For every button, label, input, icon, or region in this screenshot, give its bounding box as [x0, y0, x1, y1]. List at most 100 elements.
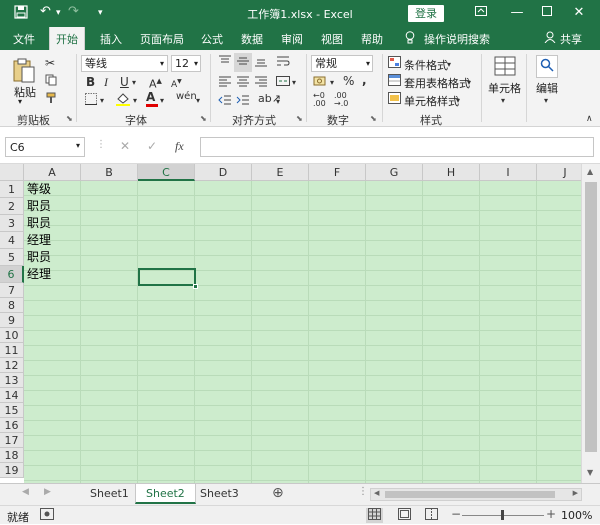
row-header-12[interactable]: 12 [0, 358, 24, 373]
comma-style-icon[interactable]: , [362, 73, 367, 87]
horizontal-scroll-thumb[interactable] [385, 491, 555, 498]
underline-dropdown-icon[interactable]: ▾ [132, 76, 136, 90]
select-all-button[interactable] [0, 164, 24, 181]
fill-color-icon[interactable] [116, 92, 130, 109]
row-header-15[interactable]: 15 [0, 403, 24, 418]
cell-styles-dropdown-icon[interactable]: ▾ [456, 94, 460, 108]
cell-a3[interactable]: 职员 [27, 216, 51, 231]
selected-cell[interactable] [138, 268, 196, 286]
horizontal-scrollbar[interactable]: ◀ ▶ [370, 488, 582, 501]
tab-data[interactable]: 数据 [241, 31, 263, 47]
scroll-down-icon[interactable]: ▼ [587, 468, 593, 477]
font-name-select[interactable]: 等线 ▾ [81, 55, 168, 72]
format-painter-icon[interactable] [45, 92, 57, 107]
italic-button[interactable]: I [104, 75, 108, 89]
conditional-formatting-dropdown-icon[interactable]: ▾ [447, 58, 451, 72]
tab-help[interactable]: 帮助 [361, 31, 383, 47]
cell-a6[interactable]: 经理 [27, 267, 51, 282]
row-header-2[interactable]: 2 [0, 198, 24, 215]
font-launcher-icon[interactable]: ⬊ [200, 114, 207, 123]
column-header-i[interactable]: I [480, 164, 537, 181]
sheet-tab-sheet1[interactable]: Sheet1 [80, 484, 139, 504]
tab-formulas[interactable]: 公式 [201, 31, 223, 47]
scroll-sheets-left-icon[interactable]: ◀ [22, 487, 29, 497]
accounting-dropdown-icon[interactable]: ▾ [330, 76, 334, 90]
scroll-left-icon[interactable]: ◀ [374, 489, 379, 497]
zoom-slider-thumb[interactable] [501, 510, 504, 520]
row-header-16[interactable]: 16 [0, 418, 24, 433]
font-color-icon[interactable]: A [146, 90, 158, 107]
row-header-1[interactable]: 1 [0, 181, 24, 198]
cells-dropdown-icon[interactable]: ▾ [501, 94, 505, 108]
phonetic-dropdown-icon[interactable]: ▾ [196, 94, 200, 108]
fill-handle[interactable] [193, 284, 198, 289]
add-sheet-icon[interactable]: ⊕ [272, 485, 284, 501]
increase-decimal-icon[interactable]: ←0.00 [313, 92, 326, 108]
row-header-19[interactable]: 19 [0, 463, 24, 478]
column-header-c[interactable]: C [138, 164, 195, 181]
underline-button[interactable]: U [120, 75, 129, 89]
sheet-tab-sheet2[interactable]: Sheet2 [135, 484, 196, 504]
row-header-3[interactable]: 3 [0, 215, 24, 232]
number-format-select[interactable]: 常规 ▾ [311, 55, 373, 72]
undo-icon[interactable]: ↶ [40, 4, 51, 19]
insert-function-button[interactable]: fx [175, 139, 184, 154]
align-middle-icon[interactable] [234, 53, 252, 72]
decrease-indent-icon[interactable] [218, 94, 232, 109]
row-header-6[interactable]: 6 [0, 266, 24, 283]
increase-indent-icon[interactable] [236, 94, 250, 109]
merge-center-icon[interactable] [276, 75, 290, 90]
editing-dropdown-icon[interactable]: ▾ [544, 94, 548, 108]
format-as-table-dropdown-icon[interactable]: ▾ [467, 76, 471, 90]
cell-a4[interactable]: 经理 [27, 233, 51, 248]
align-top-icon[interactable] [218, 55, 232, 70]
row-header-4[interactable]: 4 [0, 232, 24, 249]
row-header-7[interactable]: 7 [0, 283, 24, 298]
tab-review[interactable]: 审阅 [281, 31, 303, 47]
font-color-dropdown-icon[interactable]: ▾ [160, 94, 164, 108]
vertical-scrollbar[interactable]: ▲ ▼ [581, 164, 600, 483]
font-size-select[interactable]: 12 ▾ [171, 55, 201, 72]
macro-record-icon[interactable] [40, 508, 54, 523]
column-header-e[interactable]: E [252, 164, 309, 181]
borders-dropdown-icon[interactable]: ▾ [100, 94, 104, 108]
splitter-handle-icon[interactable]: ⋮ [358, 486, 368, 497]
cut-icon[interactable]: ✂ [45, 56, 55, 70]
close-icon[interactable]: ✕ [568, 3, 590, 23]
number-launcher-icon[interactable]: ⬊ [370, 114, 377, 123]
phonetic-guide-icon[interactable]: wén [176, 90, 197, 104]
search-icon[interactable] [536, 55, 558, 78]
column-header-h[interactable]: H [423, 164, 480, 181]
merge-dropdown-icon[interactable]: ▾ [292, 76, 296, 90]
cell-area[interactable] [24, 181, 581, 483]
minimize-icon[interactable]: — [506, 3, 528, 23]
paste-icon[interactable] [12, 58, 36, 87]
tab-insert[interactable]: 插入 [100, 31, 122, 47]
column-header-a[interactable]: A [24, 164, 81, 181]
cell-a2[interactable]: 职员 [27, 199, 51, 214]
vertical-scroll-thumb[interactable] [585, 182, 597, 452]
cell-a5[interactable]: 职员 [27, 250, 51, 265]
conditional-formatting-icon[interactable] [388, 56, 401, 71]
cells-icon[interactable] [494, 56, 516, 79]
customize-toolbar-icon[interactable]: ▾ [98, 8, 103, 18]
wrap-text-icon[interactable] [276, 55, 290, 70]
row-header-10[interactable]: 10 [0, 328, 24, 343]
bold-button[interactable]: B [86, 75, 95, 89]
sheet-tab-sheet3[interactable]: Sheet3 [190, 484, 249, 504]
paste-dropdown-icon[interactable]: ▾ [18, 97, 22, 106]
page-layout-view-icon[interactable] [398, 508, 411, 523]
column-header-d[interactable]: D [195, 164, 252, 181]
alignment-launcher-icon[interactable]: ⬊ [296, 114, 303, 123]
cell-styles-button[interactable]: 单元格样式 [404, 93, 459, 109]
undo-dropdown-icon[interactable]: ▾ [56, 8, 61, 18]
redo-icon[interactable]: ↷ [68, 4, 79, 19]
row-header-5[interactable]: 5 [0, 249, 24, 266]
row-header-13[interactable]: 13 [0, 373, 24, 388]
scroll-right-icon[interactable]: ▶ [573, 489, 578, 497]
scroll-up-icon[interactable]: ▲ [587, 167, 593, 176]
share-icon[interactable] [544, 31, 556, 46]
increase-font-size-icon[interactable]: A▲ [149, 74, 162, 92]
scroll-sheets-right-icon[interactable]: ▶ [44, 487, 51, 497]
orientation-dropdown-icon[interactable]: ▾ [276, 95, 280, 109]
